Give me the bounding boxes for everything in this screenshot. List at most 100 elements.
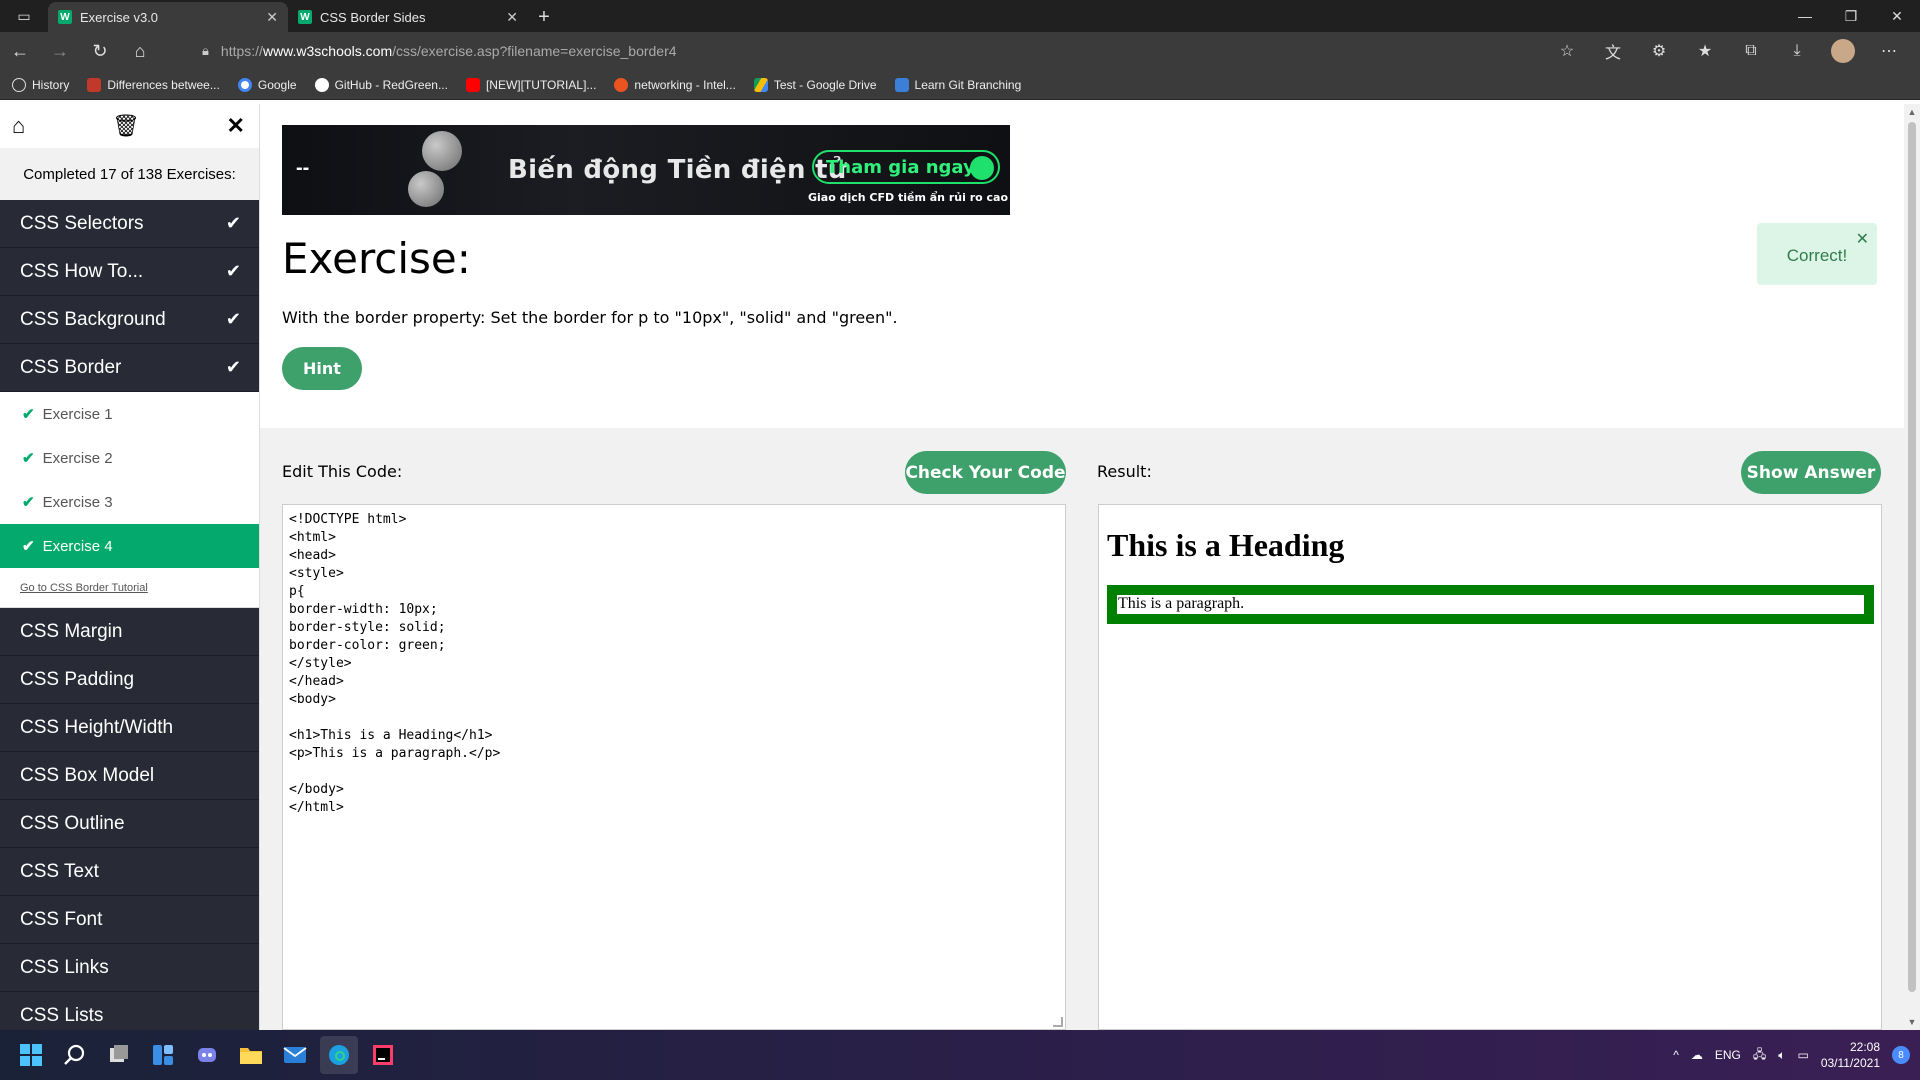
ad-cta-button[interactable]: Tham gia ngay <box>812 150 1000 184</box>
scroll-up-icon[interactable]: ▲ <box>1904 104 1920 120</box>
bookmark-google[interactable]: Google <box>237 77 297 92</box>
mail-icon[interactable] <box>276 1036 314 1074</box>
ad-dot-icon <box>970 156 994 180</box>
new-tab-icon[interactable]: + <box>528 2 560 32</box>
sidebar-item-css-lists[interactable]: CSS Lists <box>0 992 259 1030</box>
tab-title: CSS Border Sides <box>320 9 426 25</box>
bookmark-youtube[interactable]: [NEW][TUTORIAL]... <box>465 77 596 92</box>
close-icon[interactable]: ✕ <box>1856 229 1869 249</box>
close-icon[interactable]: ✕ <box>227 113 245 139</box>
code-editor[interactable]: <!DOCTYPE html> <html> <head> <style> p{… <box>282 504 1066 1030</box>
start-icon[interactable] <box>12 1036 50 1074</box>
trash-icon[interactable]: 🗑︎ <box>112 113 140 139</box>
bookmarks-bar: History Differences betwee... Google Git… <box>0 70 1920 100</box>
address-toolbar: ← → ↻ ⌂ 🔒︎ https://www.w3schools.com/css… <box>0 32 1920 70</box>
result-frame: This is a Heading This is a paragraph. <box>1098 504 1882 1030</box>
bookmark-differences[interactable]: Differences betwee... <box>87 77 220 92</box>
sidebar-item-css-margin[interactable]: CSS Margin <box>0 608 259 656</box>
sidebar-item-css-selectors[interactable]: CSS Selectors ✔ <box>0 200 259 248</box>
add-favorite-icon[interactable]: ☆ <box>1546 32 1588 70</box>
refresh-icon[interactable]: ↻ <box>80 32 120 70</box>
sidebar-item-css-outline[interactable]: CSS Outline <box>0 800 259 848</box>
volume-icon[interactable]: 🔈︎ <box>1778 1048 1785 1063</box>
language-indicator[interactable]: ENG <box>1715 1048 1741 1062</box>
bookmark-askubuntu[interactable]: networking - Intel... <box>614 77 736 92</box>
sidebar-item-css-how-to[interactable]: CSS How To... ✔ <box>0 248 259 296</box>
resize-handle[interactable] <box>1053 1017 1063 1027</box>
windows-taskbar: ^ ☁ ENG 🖧︎ 🔈︎ ▭ 22:08 03/11/2021 8 <box>0 1030 1920 1080</box>
advertisement-banner[interactable]: -- Biến động Tiền điện tử Tham gia ngay … <box>282 125 1010 215</box>
tutorial-link[interactable]: Go to CSS Border Tutorial <box>0 568 259 608</box>
url-field[interactable]: 🔒︎ https://www.w3schools.com/css/exercis… <box>188 36 1588 66</box>
edge-browser-icon[interactable] <box>320 1036 358 1074</box>
close-tab-icon[interactable]: ✕ <box>266 9 278 26</box>
site-icon <box>87 77 102 92</box>
exercise-3-link[interactable]: ✔ Exercise 3 <box>0 480 259 524</box>
collections-icon[interactable]: ⧉ <box>1730 32 1772 70</box>
bookmark-google-drive[interactable]: Test - Google Drive <box>753 77 877 92</box>
teams-chat-icon[interactable] <box>188 1036 226 1074</box>
battery-icon[interactable]: ▭ <box>1797 1048 1808 1062</box>
widgets-icon[interactable] <box>144 1036 182 1074</box>
task-view-icon[interactable] <box>100 1036 138 1074</box>
sidebar-item-css-text[interactable]: CSS Text <box>0 848 259 896</box>
check-icon: ✔ <box>225 213 241 233</box>
window-controls: — ❐ ✕ <box>1782 0 1920 32</box>
downloads-icon[interactable]: ⤓ <box>1776 32 1818 70</box>
sidebar-item-css-height-width[interactable]: CSS Height/Width <box>0 704 259 752</box>
file-explorer-icon[interactable] <box>232 1036 270 1074</box>
home-icon[interactable]: ⌂ <box>12 113 25 139</box>
home-icon[interactable]: ⌂ <box>120 32 160 70</box>
hint-button[interactable]: Hint <box>282 347 362 390</box>
drive-icon <box>753 77 768 92</box>
clock-time: 22:08 <box>1849 1040 1880 1054</box>
check-code-button[interactable]: Check Your Code <box>905 451 1066 494</box>
bookmark-history[interactable]: History <box>12 77 69 92</box>
code-line: <html> <box>289 530 336 545</box>
tab-actions-icon[interactable]: ▭ <box>0 0 48 32</box>
coin-icon <box>422 131 462 171</box>
more-menu-icon[interactable]: ⋯ <box>1868 32 1910 70</box>
sidebar-item-css-padding[interactable]: CSS Padding <box>0 656 259 704</box>
scroll-down-icon[interactable]: ▼ <box>1904 1014 1920 1030</box>
bookmark-learn-git[interactable]: Learn Git Branching <box>894 77 1021 92</box>
search-icon[interactable] <box>56 1036 94 1074</box>
github-icon <box>314 77 329 92</box>
sidebar-item-css-links[interactable]: CSS Links <box>0 944 259 992</box>
exercise-2-link[interactable]: ✔ Exercise 2 <box>0 436 259 480</box>
exercise-1-link[interactable]: ✔ Exercise 1 <box>0 392 259 436</box>
back-icon[interactable]: ← <box>0 32 40 70</box>
tab-exercise[interactable]: W Exercise v3.0 ✕ <box>48 2 288 32</box>
profile-avatar[interactable] <box>1831 39 1855 63</box>
extensions-icon[interactable]: ⚙ <box>1638 32 1680 70</box>
translate-icon[interactable]: 文 <box>1592 32 1634 70</box>
favorites-icon[interactable]: ★ <box>1684 32 1726 70</box>
notification-badge[interactable]: 8 <box>1892 1046 1910 1064</box>
onedrive-icon[interactable]: ☁ <box>1691 1048 1703 1062</box>
page-scrollbar[interactable]: ▲ ▼ <box>1904 104 1920 1030</box>
restore-icon[interactable]: ❐ <box>1828 0 1874 32</box>
browser-tab-bar: ▭ W Exercise v3.0 ✕ W CSS Border Sides ✕… <box>0 0 1920 32</box>
clock-date: 03/11/2021 <box>1820 1056 1880 1070</box>
sidebar-item-css-font[interactable]: CSS Font <box>0 896 259 944</box>
chevron-up-icon[interactable]: ^ <box>1673 1048 1679 1062</box>
jetbrains-icon[interactable] <box>364 1036 402 1074</box>
network-icon[interactable]: 🖧︎ <box>1753 1045 1766 1066</box>
close-window-icon[interactable]: ✕ <box>1874 0 1920 32</box>
sidebar-item-css-box-model[interactable]: CSS Box Model <box>0 752 259 800</box>
bookmark-github[interactable]: GitHub - RedGreen... <box>314 77 448 92</box>
scroll-thumb[interactable] <box>1908 122 1916 992</box>
show-answer-button[interactable]: Show Answer <box>1741 451 1881 494</box>
clock[interactable]: 22:08 03/11/2021 <box>1821 1039 1880 1071</box>
tab-css-border-sides[interactable]: W CSS Border Sides ✕ <box>288 2 528 32</box>
sidebar-item-css-border[interactable]: CSS Border ✔ <box>0 344 259 392</box>
exercise-main: -- Biến động Tiền điện tử Tham gia ngay … <box>260 104 1904 1030</box>
close-tab-icon[interactable]: ✕ <box>506 9 518 26</box>
sidebar-item-css-background[interactable]: CSS Background ✔ <box>0 296 259 344</box>
exercise-4-link[interactable]: ✔ Exercise 4 <box>0 524 259 568</box>
minimize-icon[interactable]: — <box>1782 0 1828 32</box>
forward-icon[interactable]: → <box>40 32 80 70</box>
google-icon <box>237 77 252 92</box>
check-icon: ✔ <box>225 309 241 329</box>
